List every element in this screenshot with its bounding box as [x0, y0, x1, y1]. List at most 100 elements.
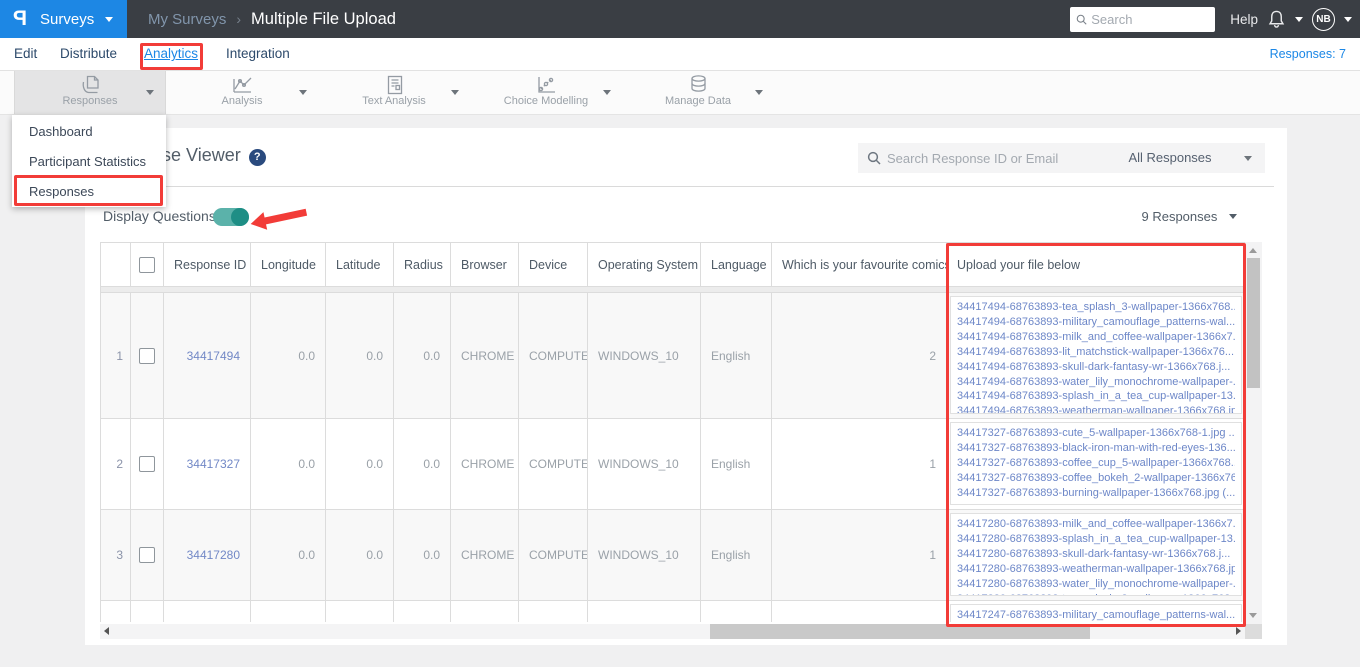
- notifications-bell-icon[interactable]: [1267, 9, 1286, 29]
- col-select: [130, 242, 164, 287]
- choice-modelling-icon: [470, 73, 622, 97]
- col-upload-file[interactable]: Upload your file below: [946, 242, 1245, 287]
- tab-edit[interactable]: Edit: [14, 38, 37, 70]
- toolbar-group-responses[interactable]: Responses: [14, 71, 166, 114]
- response-id-link[interactable]: 34417280: [187, 548, 240, 562]
- chevron-down-icon[interactable]: [603, 90, 611, 95]
- file-link[interactable]: 34417494-68763893-lit_matchstick-wallpap…: [957, 345, 1235, 360]
- file-link[interactable]: 34417280-68763893-weatherman-wallpaper-1…: [957, 562, 1235, 577]
- chevron-down-icon[interactable]: [755, 90, 763, 95]
- file-link[interactable]: 34417494-68763893-milk_and_coffee-wallpa…: [957, 330, 1235, 345]
- scroll-down-arrow[interactable]: [1249, 613, 1257, 618]
- scroll-left-arrow[interactable]: [104, 627, 109, 635]
- menu-item-dashboard[interactable]: Dashboard: [12, 117, 166, 147]
- file-link[interactable]: 34417327-68763893-coffee_bokeh_2-wallpap…: [957, 471, 1235, 486]
- cell-uploaded-files: 34417494-68763893-tea_splash_3-wallpaper…: [946, 292, 1245, 419]
- cell-browser: CHROME: [450, 292, 519, 419]
- vertical-scrollbar[interactable]: [1245, 242, 1262, 624]
- file-link[interactable]: 34417327-68763893-cute_5-wallpaper-1366x…: [957, 426, 1235, 441]
- file-list: 34417327-68763893-cute_5-wallpaper-1366x…: [950, 422, 1242, 505]
- col-radius[interactable]: Radius: [393, 242, 451, 287]
- col-language[interactable]: Language: [700, 242, 772, 287]
- global-search[interactable]: [1070, 6, 1216, 32]
- file-link[interactable]: 34417494-68763893-weatherman-wallpaper-1…: [957, 404, 1235, 413]
- toolbar-group-text-analysis[interactable]: Text Analysis: [318, 71, 470, 114]
- file-link[interactable]: 34417247-68763893-military_camouflage_pa…: [957, 608, 1235, 622]
- cell-comics: 2: [771, 292, 947, 419]
- questionpro-logo: P: [13, 7, 28, 30]
- responses-count-dropdown[interactable]: 9 Responses: [1141, 209, 1237, 224]
- col-longitude[interactable]: Longitude: [250, 242, 326, 287]
- help-link[interactable]: Help: [1230, 12, 1258, 27]
- response-filter-select[interactable]: All Responses: [1075, 143, 1265, 173]
- toolbar-group-choice-modelling[interactable]: Choice Modelling: [470, 71, 622, 114]
- file-link[interactable]: 34417494-68763893-skull-dark-fantasy-wr-…: [957, 360, 1235, 375]
- select-all-checkbox[interactable]: [139, 256, 155, 273]
- display-questions-toggle[interactable]: [213, 208, 249, 226]
- breadcrumb-parent[interactable]: My Surveys: [148, 11, 226, 28]
- row-checkbox[interactable]: [139, 456, 155, 472]
- menu-item-responses[interactable]: Responses: [12, 177, 166, 207]
- tab-integration[interactable]: Integration: [226, 38, 290, 70]
- col-response-id[interactable]: Response ID: [163, 242, 251, 287]
- file-link[interactable]: 34417327-68763893-black-iron-man-with-re…: [957, 441, 1235, 456]
- file-link[interactable]: 34417494-68763893-tea_splash_3-wallpaper…: [957, 300, 1235, 315]
- file-link[interactable]: 34417280-68763893-milk_and_coffee-wallpa…: [957, 517, 1235, 532]
- cell-latitude: 0.0: [325, 292, 394, 419]
- horizontal-scroll-thumb[interactable]: [710, 624, 1090, 639]
- help-icon[interactable]: ?: [248, 149, 266, 166]
- col-rownum: [100, 242, 131, 287]
- toolbar-group-analysis[interactable]: Analysis: [166, 71, 318, 114]
- col-favourite-comics[interactable]: Which is your favourite comics?: [771, 242, 947, 287]
- toolbar-group-label: Analysis: [221, 95, 263, 107]
- text-analysis-icon: [318, 73, 470, 97]
- table-header-row: Response ID Longitude Latitude Radius Br…: [100, 242, 1245, 287]
- chevron-down-icon[interactable]: [1344, 16, 1352, 22]
- file-link[interactable]: 34417280-68763893-tea_splash_3-wallpaper…: [957, 592, 1235, 595]
- response-search[interactable]: [858, 143, 1075, 173]
- file-link[interactable]: 34417280-68763893-skull-dark-fantasy-wr-…: [957, 547, 1235, 562]
- file-link[interactable]: 34417494-68763893-splash_in_a_tea_cup-wa…: [957, 389, 1235, 404]
- toggle-knob: [231, 208, 249, 226]
- file-link[interactable]: 34417280-68763893-splash_in_a_tea_cup-wa…: [957, 532, 1235, 547]
- scroll-right-arrow[interactable]: [1236, 627, 1241, 635]
- response-id-link[interactable]: 34417327: [187, 457, 240, 471]
- col-operating-system[interactable]: Operating System: [587, 242, 701, 287]
- response-search-input[interactable]: [887, 150, 1062, 166]
- file-link[interactable]: 34417494-68763893-water_lily_monochrome-…: [957, 375, 1235, 390]
- chevron-down-icon[interactable]: [299, 90, 307, 95]
- row-number: [100, 600, 131, 622]
- horizontal-scrollbar[interactable]: [100, 624, 1245, 639]
- analytics-toolbar: Responses Analysis Text Analysis Choice …: [0, 71, 1360, 115]
- row-checkbox[interactable]: [139, 547, 155, 563]
- col-browser[interactable]: Browser: [450, 242, 519, 287]
- file-list: 34417494-68763893-tea_splash_3-wallpaper…: [950, 296, 1242, 414]
- response-filter-value: All Responses: [1128, 150, 1212, 165]
- response-id-link[interactable]: 34417494: [187, 349, 240, 363]
- file-link[interactable]: 34417327-68763893-burning-wallpaper-1366…: [957, 486, 1235, 501]
- scroll-up-arrow[interactable]: [1249, 248, 1257, 253]
- chevron-down-icon: [105, 16, 114, 22]
- vertical-scroll-thumb[interactable]: [1247, 258, 1260, 388]
- tab-analytics[interactable]: Analytics: [144, 38, 198, 70]
- product-switcher[interactable]: P Surveys: [0, 0, 127, 38]
- menu-item-participant-statistics[interactable]: Participant Statistics: [12, 147, 166, 177]
- chevron-down-icon[interactable]: [451, 90, 459, 95]
- avatar[interactable]: NB: [1312, 7, 1335, 31]
- col-latitude[interactable]: Latitude: [325, 242, 394, 287]
- chevron-down-icon[interactable]: [146, 90, 154, 95]
- toolbar-group-manage-data[interactable]: Manage Data: [622, 71, 774, 114]
- table-row: 1 34417494 0.0 0.0 0.0 CHROME COMPUTER W…: [100, 292, 1245, 419]
- cell-radius: 0.0: [393, 509, 451, 601]
- global-search-input[interactable]: [1091, 11, 1210, 27]
- file-link[interactable]: 34417327-68763893-coffee_cup_5-wallpaper…: [957, 456, 1235, 471]
- cell-os: WINDOWS_10: [587, 418, 701, 510]
- breadcrumb: My Surveys › Multiple File Upload: [148, 0, 396, 38]
- file-link[interactable]: 34417494-68763893-military_camouflage_pa…: [957, 315, 1235, 330]
- chevron-down-icon[interactable]: [1295, 16, 1303, 22]
- row-checkbox[interactable]: [139, 347, 155, 364]
- file-link[interactable]: 34417280-68763893-water_lily_monochrome-…: [957, 577, 1235, 592]
- tab-distribute[interactable]: Distribute: [60, 38, 117, 70]
- table-row: 34417247-68763893-military_camouflage_pa…: [100, 600, 1245, 622]
- col-device[interactable]: Device: [518, 242, 588, 287]
